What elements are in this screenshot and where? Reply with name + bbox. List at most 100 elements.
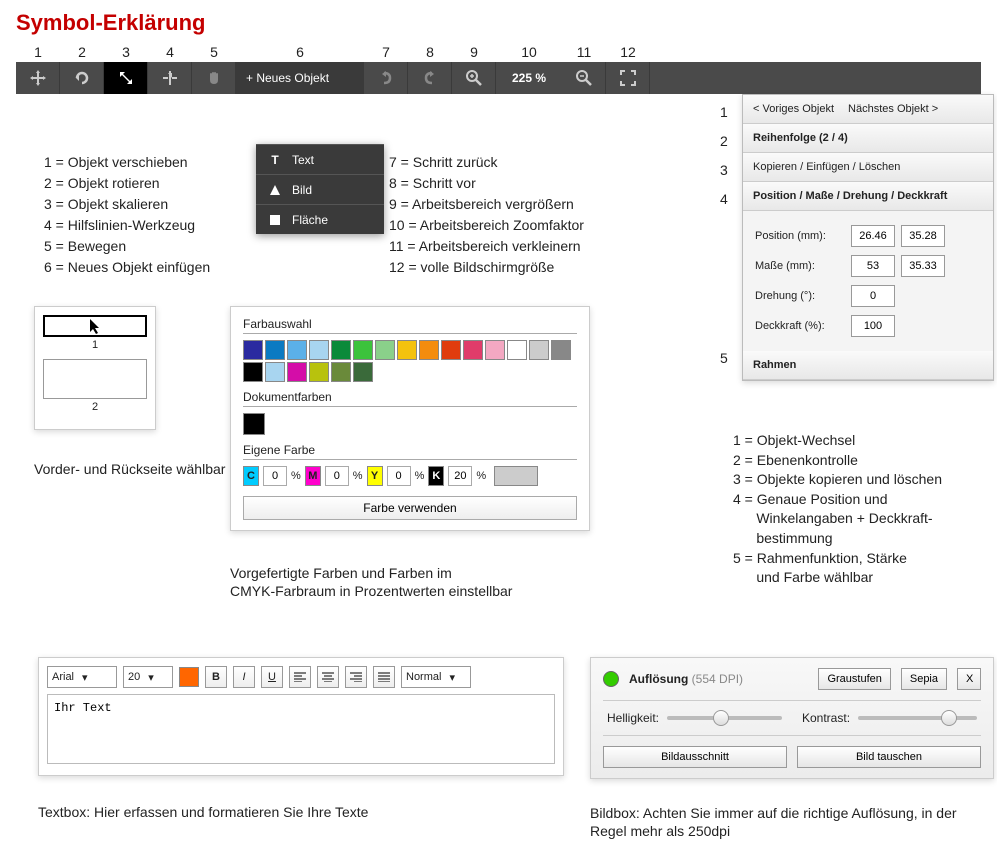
cmyk-inputs: C % M % Y % K %	[243, 466, 577, 486]
color-swatch[interactable]	[287, 362, 307, 382]
align-right-button[interactable]	[345, 666, 367, 688]
textbox-panel: Arial▾ 20▾ B I U Normal▾ Ihr Text	[38, 657, 564, 776]
color-swatch[interactable]	[265, 340, 285, 360]
color-swatch[interactable]	[353, 362, 373, 382]
color-swatch[interactable]	[485, 340, 505, 360]
resolution-status-icon	[603, 671, 619, 687]
magenta-input[interactable]	[325, 466, 349, 486]
rotate-object-button[interactable]	[60, 62, 104, 94]
italic-button[interactable]: I	[233, 666, 255, 688]
object-nav-row: < Voriges Objekt Nächstes Objekt >	[743, 95, 993, 124]
rotation-input[interactable]	[851, 285, 895, 307]
cyan-input[interactable]	[263, 466, 287, 486]
copy-row[interactable]: Kopieren / Einfügen / Löschen	[743, 153, 993, 182]
color-swatch[interactable]	[375, 340, 395, 360]
color-swatch[interactable]	[507, 340, 527, 360]
toolbar-legend-right: 7 = Schritt zurück8 = Schritt vor9 = Arb…	[389, 152, 584, 278]
color-panel: Farbauswahl Dokumentfarben Eigene Farbe …	[230, 306, 590, 531]
position-header-row[interactable]: Position / Maße / Drehung / Deckkraft	[743, 182, 993, 211]
color-swatch[interactable]	[309, 340, 329, 360]
align-left-button[interactable]	[289, 666, 311, 688]
text-color-swatch[interactable]	[179, 667, 199, 687]
prev-object-button[interactable]: < Voriges Objekt	[753, 103, 834, 115]
color-swatch[interactable]	[529, 340, 549, 360]
brightness-slider[interactable]	[667, 716, 782, 720]
color-swatch[interactable]	[331, 362, 351, 382]
zoom-out-button[interactable]	[562, 62, 606, 94]
color-swatch[interactable]	[309, 362, 329, 382]
imagebox-panel: Auflösung (554 DPI) Graustufen Sepia X H…	[590, 657, 994, 779]
color-swatch[interactable]	[419, 340, 439, 360]
move-object-button[interactable]	[16, 62, 60, 94]
pan-tool-button[interactable]	[192, 62, 236, 94]
new-object-button[interactable]: + Neues Objekt	[236, 62, 364, 94]
color-swatches	[243, 340, 577, 382]
image-icon	[268, 184, 282, 196]
swap-image-button[interactable]: Bild tauschen	[797, 746, 981, 768]
sepia-button[interactable]: Sepia	[901, 668, 947, 690]
zoom-level[interactable]: 225 %	[496, 62, 562, 94]
use-color-button[interactable]: Farbe verwenden	[243, 496, 577, 520]
width-input[interactable]	[851, 255, 895, 277]
bold-button[interactable]: B	[205, 666, 227, 688]
crop-button[interactable]: Bildausschnitt	[603, 746, 787, 768]
thumb-page-1[interactable]	[43, 315, 147, 337]
shape-icon	[268, 214, 282, 226]
height-input[interactable]	[901, 255, 945, 277]
zoom-in-button[interactable]	[452, 62, 496, 94]
align-justify-button[interactable]	[373, 666, 395, 688]
contrast-slider[interactable]	[858, 716, 977, 720]
cp-head-palette: Farbauswahl	[243, 317, 577, 334]
right-panel-numbers: 12 34 5	[720, 98, 728, 373]
yellow-input[interactable]	[387, 466, 411, 486]
menu-item-text[interactable]: TText	[256, 144, 384, 174]
color-swatch[interactable]	[265, 362, 285, 382]
font-select[interactable]: Arial▾	[47, 666, 117, 688]
doc-swatch[interactable]	[243, 413, 265, 435]
color-swatch[interactable]	[551, 340, 571, 360]
order-row[interactable]: Reihenfolge (2 / 4)	[743, 124, 993, 153]
color-swatch[interactable]	[331, 340, 351, 360]
close-button[interactable]: X	[957, 668, 981, 690]
frame-row[interactable]: Rahmen	[743, 351, 993, 380]
text-content-input[interactable]: Ihr Text	[47, 694, 555, 764]
menu-item-image[interactable]: Bild	[256, 174, 384, 204]
color-swatch[interactable]	[243, 362, 263, 382]
color-swatch[interactable]	[287, 340, 307, 360]
page-thumbnails: 1 2	[34, 306, 156, 430]
contrast-label: Kontrast:	[802, 711, 850, 725]
guides-tool-button[interactable]	[148, 62, 192, 94]
main-toolbar: + Neues Objekt 225 %	[16, 62, 981, 94]
scale-object-button[interactable]	[104, 62, 148, 94]
align-center-button[interactable]	[317, 666, 339, 688]
object-properties-panel: < Voriges Objekt Nächstes Objekt > Reihe…	[742, 94, 994, 381]
toolbar-legend-left: 1 = Objekt verschieben2 = Objekt rotiere…	[44, 152, 210, 278]
redo-button[interactable]	[408, 62, 452, 94]
pos-y-input[interactable]	[901, 225, 945, 247]
new-object-label: + Neues Objekt	[246, 71, 329, 85]
cursor-icon	[88, 317, 102, 335]
undo-button[interactable]	[364, 62, 408, 94]
next-object-button[interactable]: Nächstes Objekt >	[848, 103, 938, 115]
opacity-input[interactable]	[851, 315, 895, 337]
style-select[interactable]: Normal▾	[401, 666, 471, 688]
pos-x-input[interactable]	[851, 225, 895, 247]
menu-item-shape[interactable]: Fläche	[256, 204, 384, 234]
color-swatch[interactable]	[353, 340, 373, 360]
dropdown-icon: ▾	[148, 671, 154, 684]
color-swatch[interactable]	[243, 340, 263, 360]
color-swatch[interactable]	[397, 340, 417, 360]
thumb-page-2[interactable]	[43, 359, 147, 399]
thumbs-caption: Vorder- und Rückseite wählbar	[34, 460, 225, 478]
grayscale-button[interactable]: Graustufen	[818, 668, 890, 690]
yellow-label: Y	[367, 466, 383, 486]
underline-button[interactable]: U	[261, 666, 283, 688]
fontsize-select[interactable]: 20▾	[123, 666, 173, 688]
color-swatch[interactable]	[463, 340, 483, 360]
thumb-2-label: 2	[43, 401, 147, 413]
fullscreen-button[interactable]	[606, 62, 650, 94]
text-icon: T	[268, 153, 282, 167]
color-swatch[interactable]	[441, 340, 461, 360]
black-input[interactable]	[448, 466, 472, 486]
cyan-label: C	[243, 466, 259, 486]
